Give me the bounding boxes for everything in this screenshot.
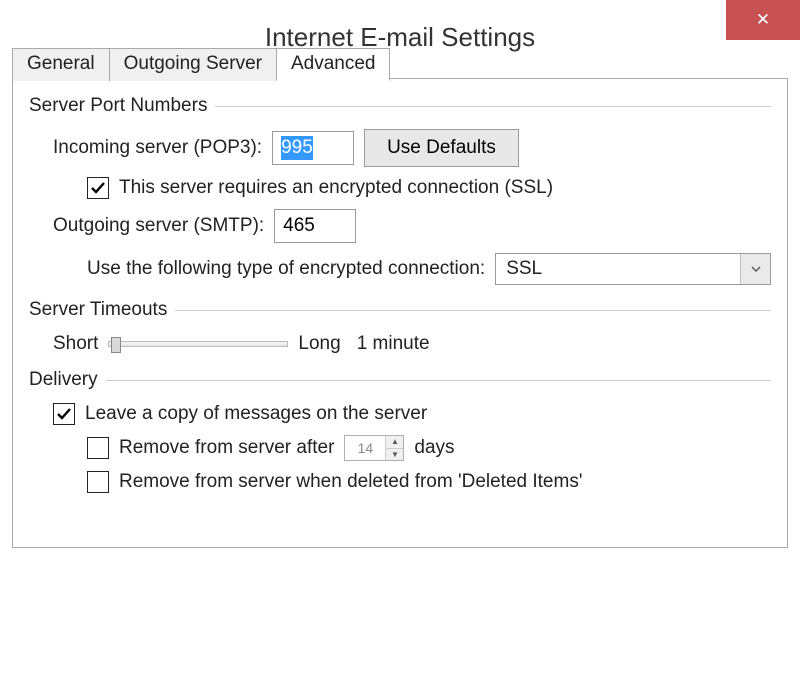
settings-panel: General Outgoing Server Advanced Server … [12,78,788,548]
spinner-up-button[interactable]: ▲ [386,436,403,449]
tab-advanced[interactable]: Advanced [276,48,391,81]
group-delivery: Delivery Leave a copy of messages on the… [29,369,771,493]
group-divider [215,106,771,107]
spinner-down-button[interactable]: ▼ [386,449,403,461]
group-divider [106,380,771,381]
ssl-checkbox-label: This server requires an encrypted connec… [119,177,553,199]
remove-deleted-label: Remove from server when deleted from 'De… [119,471,582,493]
remove-after-days-value: 14 [345,436,385,460]
group-title-ports: Server Port Numbers [29,95,215,117]
incoming-port-value: 995 [281,136,313,160]
timeout-long-label: Long [298,333,340,355]
check-icon [56,406,72,422]
close-button[interactable]: ✕ [726,0,800,40]
use-defaults-button[interactable]: Use Defaults [364,129,519,167]
encryption-type-label: Use the following type of encrypted conn… [87,258,485,280]
check-icon [90,180,106,196]
slider-thumb[interactable] [111,337,121,353]
leave-copy-label: Leave a copy of messages on the server [85,403,427,425]
close-icon: ✕ [756,10,770,30]
dropdown-button[interactable] [740,254,770,284]
encryption-type-select[interactable]: SSL [495,253,771,285]
tab-outgoing-server[interactable]: Outgoing Server [109,48,277,81]
timeout-slider[interactable] [108,341,288,347]
group-title-delivery: Delivery [29,369,106,391]
timeout-short-label: Short [53,333,98,355]
outgoing-server-label: Outgoing server (SMTP): [53,215,264,237]
remove-after-days-suffix: days [414,437,454,459]
encryption-type-value: SSL [496,258,740,280]
remove-after-days-spinner[interactable]: 14 ▲ ▼ [344,435,404,461]
group-server-port-numbers: Server Port Numbers Incoming server (POP… [29,95,771,285]
ssl-checkbox[interactable] [87,177,109,199]
tab-general[interactable]: General [12,48,110,81]
leave-copy-checkbox[interactable] [53,403,75,425]
timeout-value: 1 minute [357,333,430,355]
group-server-timeouts: Server Timeouts Short Long 1 minute [29,299,771,355]
remove-deleted-checkbox[interactable] [87,471,109,493]
remove-after-label: Remove from server after [119,437,334,459]
outgoing-server-port-input[interactable] [274,209,356,243]
incoming-server-port-input[interactable]: 995 [272,131,354,165]
group-title-timeouts: Server Timeouts [29,299,175,321]
incoming-server-label: Incoming server (POP3): [53,137,262,159]
remove-after-checkbox[interactable] [87,437,109,459]
group-divider [175,310,771,311]
chevron-down-icon [751,266,761,272]
tab-strip: General Outgoing Server Advanced [12,48,786,81]
